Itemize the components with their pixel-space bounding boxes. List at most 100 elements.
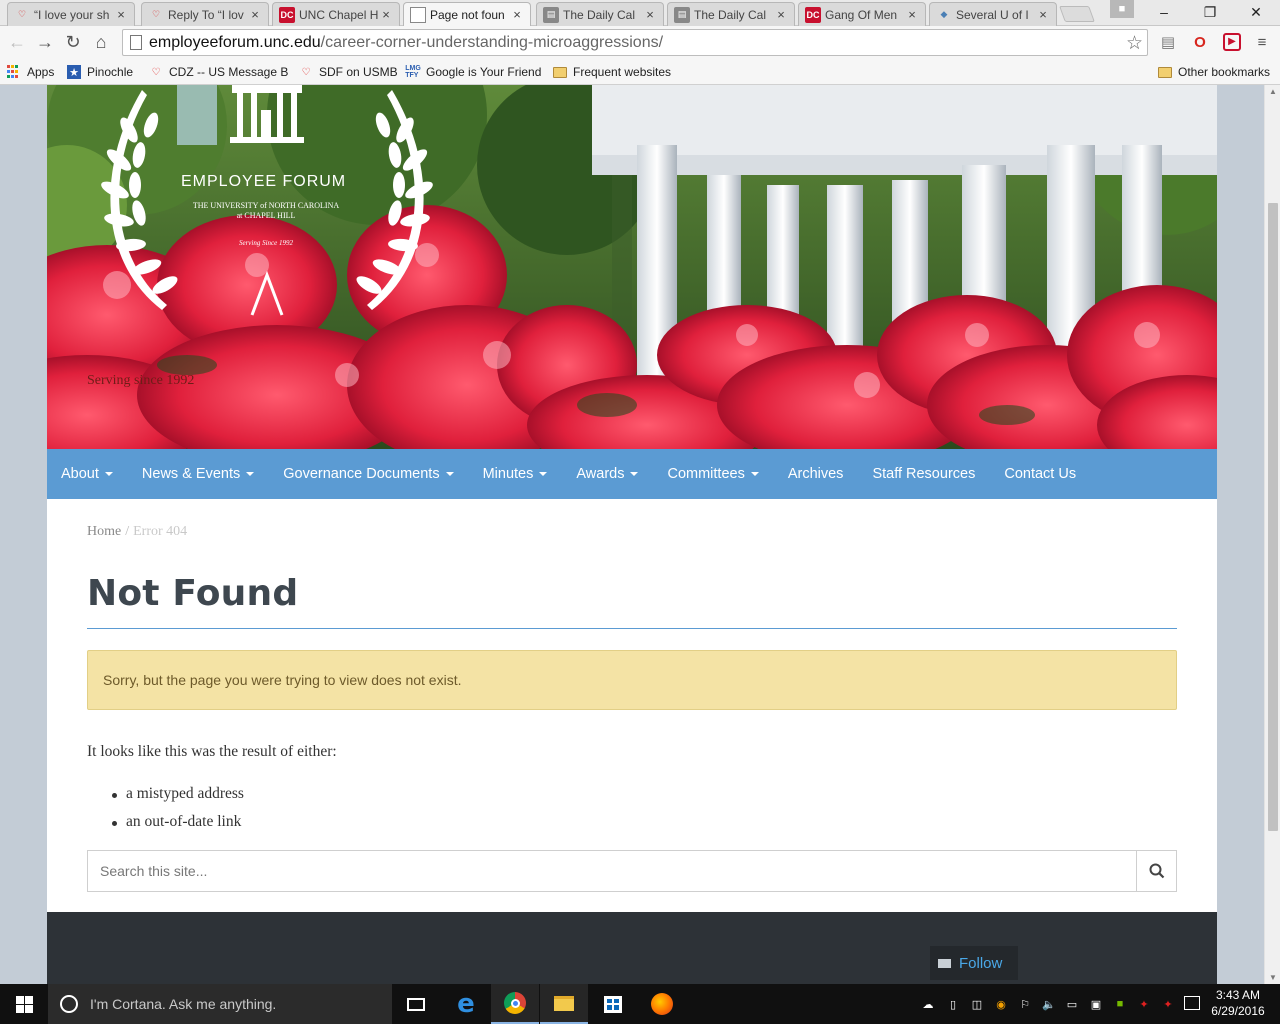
bookmark-sdf[interactable]: ♡ SDF on USMB <box>299 63 398 81</box>
scroll-up-icon[interactable]: ▲ <box>1269 87 1277 96</box>
breadcrumb-separator: / <box>125 524 130 539</box>
caret-down-icon <box>445 472 454 476</box>
start-button[interactable] <box>0 984 48 1024</box>
nav-item-news-events[interactable]: News & Events <box>142 466 255 482</box>
restore-icon[interactable]: ❐ <box>1187 0 1233 24</box>
menu-icon[interactable]: ≡ <box>1250 30 1274 54</box>
cortana-search-box[interactable]: I'm Cortana. Ask me anything. <box>48 984 392 1024</box>
tab-close-icon[interactable]: × <box>248 7 262 22</box>
nav-item-label: Committees <box>667 466 745 482</box>
scroll-down-icon[interactable]: ▼ <box>1269 973 1277 982</box>
nav-item-minutes[interactable]: Minutes <box>483 466 548 482</box>
nav-item-archives[interactable]: Archives <box>788 466 844 482</box>
cortana-placeholder: I'm Cortana. Ask me anything. <box>90 996 277 1012</box>
minimize-icon[interactable]: – <box>1141 0 1187 24</box>
breadcrumb-home-link[interactable]: Home <box>87 524 121 539</box>
tab-title: Page not foun <box>430 7 505 22</box>
usb-icon[interactable]: ▯ <box>945 996 961 1012</box>
new-tab-button[interactable] <box>1059 6 1095 22</box>
nav-item-governance-documents[interactable]: Governance Documents <box>283 466 454 482</box>
action-center-icon[interactable] <box>1184 996 1200 1010</box>
bookmark-star-icon[interactable]: ☆ <box>1126 32 1143 55</box>
browser-tab[interactable]: DC UNC Chapel H × <box>272 2 400 26</box>
list-item: a mistyped address <box>87 785 244 813</box>
main-navigation: About News & Events Governance Documents Mi… <box>47 449 1217 499</box>
forward-icon[interactable]: → <box>31 29 59 57</box>
lips-icon: ♡ <box>301 66 311 78</box>
bookmark-pinochle[interactable]: ★ Pinochle <box>67 63 133 81</box>
bookmark-apps[interactable]: Apps <box>7 63 54 81</box>
browser-tab[interactable]: ♡ Reply To “I lov × <box>141 2 269 26</box>
site-container: EMPLOYEE FORUM THE UNIVERSITY of NORTH C… <box>47 85 1217 984</box>
reader-extension-icon[interactable]: ▤ <box>1156 30 1180 54</box>
opera-extension-icon[interactable]: O <box>1188 30 1212 54</box>
breadcrumb-current: Error 404 <box>133 524 188 539</box>
logo-since: Serving Since 1992 <box>238 239 294 247</box>
acrobat-reader-icon[interactable]: ✦ <box>1160 996 1176 1012</box>
tab-title: Reply To “I lov <box>168 7 244 22</box>
volume-icon[interactable]: 🔈 <box>1041 996 1057 1012</box>
browser-tab[interactable]: Page not foun × <box>403 2 531 26</box>
caret-down-icon <box>630 472 639 476</box>
logo-location: at CHAPEL HILL <box>236 211 296 220</box>
star-icon: ★ <box>67 65 81 79</box>
page-scrollbar[interactable]: ▲ ▼ <box>1264 85 1280 984</box>
chrome-icon[interactable] <box>491 984 539 1024</box>
browser-tab[interactable]: ▤ The Daily Cal × <box>667 2 795 26</box>
reload-icon[interactable]: ↻ <box>59 29 87 57</box>
browser-tab[interactable]: ♡ “I love your sh × <box>7 2 135 26</box>
bookmarks-bar: Apps ★ Pinochle ♡ CDZ -- US Message B ♡ … <box>0 59 1280 85</box>
envelope-icon <box>938 958 951 968</box>
update-icon[interactable]: ▣ <box>1088 996 1104 1012</box>
nav-item-contact-us[interactable]: Contact Us <box>1004 466 1076 482</box>
security-icon[interactable]: ◉ <box>993 996 1009 1012</box>
tab-close-icon[interactable]: × <box>1036 7 1050 22</box>
bookmark-other[interactable]: Other bookmarks <box>1158 63 1270 81</box>
nav-item-about[interactable]: About <box>61 466 113 482</box>
close-window-icon[interactable]: ✕ <box>1233 0 1279 24</box>
system-clock[interactable]: 3:43 AM 6/29/2016 <box>1208 987 1268 1019</box>
play-extension-icon[interactable]: ▶ <box>1220 30 1244 54</box>
browser-tab[interactable]: ◆ Several U of I × <box>929 2 1057 26</box>
follow-label: Follow <box>959 954 1003 972</box>
tab-close-icon[interactable]: × <box>643 7 657 22</box>
cortana-icon <box>60 995 78 1013</box>
tab-close-icon[interactable]: × <box>379 7 393 22</box>
edge-icon[interactable]: e <box>442 984 490 1024</box>
store-icon[interactable] <box>589 984 637 1024</box>
onedrive-icon[interactable]: ☁ <box>920 996 936 1012</box>
connection-icon[interactable]: ⚐ <box>1017 996 1033 1012</box>
file-explorer-icon[interactable] <box>540 984 588 1024</box>
scrollbar-thumb[interactable] <box>1268 203 1278 831</box>
tab-close-icon[interactable]: × <box>774 7 788 22</box>
display-icon[interactable]: ▭ <box>1064 996 1080 1012</box>
url-path: /career-corner-understanding-microaggres… <box>320 33 664 51</box>
browser-tab[interactable]: DC Gang Of Men × <box>798 2 926 26</box>
address-bar[interactable]: employeeforum.unc.edu/career-corner-unde… <box>122 29 1148 56</box>
tab-close-icon[interactable]: × <box>510 7 524 22</box>
browser-tab[interactable]: ▤ The Daily Cal × <box>536 2 664 26</box>
network-adapter-icon[interactable]: ◫ <box>969 996 985 1012</box>
nvidia-icon[interactable]: ■ <box>1112 996 1128 1012</box>
nav-item-committees[interactable]: Committees <box>667 466 759 482</box>
task-view-icon[interactable] <box>392 984 440 1024</box>
search-input[interactable] <box>88 851 1136 891</box>
tab-close-icon[interactable]: × <box>905 7 919 22</box>
bookmark-cdz[interactable]: ♡ CDZ -- US Message B <box>149 63 289 81</box>
acrobat-icon[interactable]: ✦ <box>1136 996 1152 1012</box>
nav-item-awards[interactable]: Awards <box>576 466 639 482</box>
follow-button[interactable]: Follow <box>930 946 1018 980</box>
site-tagline: Serving since 1992 <box>87 373 195 388</box>
bookmark-label: CDZ -- US Message B <box>169 65 289 79</box>
profile-icon[interactable]: ■ <box>1110 0 1134 18</box>
back-icon[interactable]: ← <box>3 29 31 57</box>
bookmark-frequent[interactable]: Frequent websites <box>553 63 671 81</box>
home-icon[interactable]: ⌂ <box>87 29 115 57</box>
firefox-icon[interactable] <box>638 984 686 1024</box>
nav-item-staff-resources[interactable]: Staff Resources <box>872 466 975 482</box>
bookmark-lmgtfy[interactable]: LMG TFY Google is Your Friend <box>405 63 541 81</box>
caret-down-icon <box>246 472 255 476</box>
tab-close-icon[interactable]: × <box>114 7 128 22</box>
error-intro-text: It looks like this was the result of eit… <box>87 743 337 760</box>
search-button[interactable] <box>1136 851 1176 891</box>
